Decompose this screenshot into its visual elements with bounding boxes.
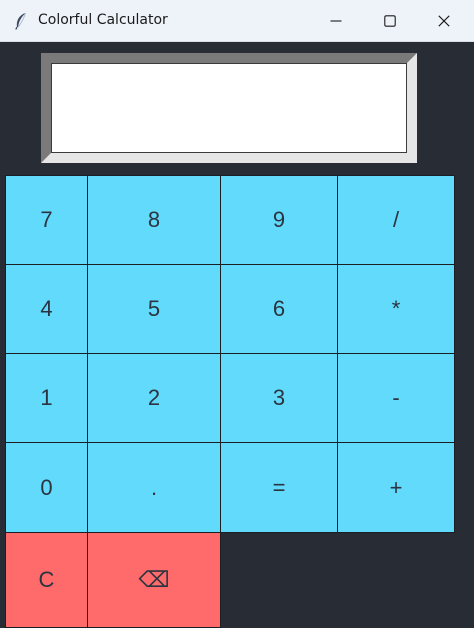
key-divide[interactable]: / (337, 175, 455, 265)
key-6[interactable]: 6 (220, 264, 338, 354)
key-decimal[interactable]: . (87, 442, 221, 533)
key-7[interactable]: 7 (5, 175, 88, 265)
key-backspace[interactable]: ⌫ (87, 532, 221, 628)
close-button[interactable] (417, 0, 471, 42)
key-2[interactable]: 2 (87, 353, 221, 443)
key-add[interactable]: + (337, 442, 455, 533)
close-icon (438, 15, 450, 27)
key-equals[interactable]: = (220, 442, 338, 533)
window-title: Colorful Calculator (38, 12, 168, 28)
key-clear[interactable]: C (5, 532, 88, 628)
title-bar: Colorful Calculator (0, 0, 474, 42)
maximize-icon (384, 15, 396, 27)
key-0[interactable]: 0 (5, 442, 88, 533)
minimize-button[interactable] (309, 0, 363, 42)
calculator-window: Colorful Calculator 7 8 9 / 4 5 6 * 1 2 … (0, 0, 474, 628)
display-frame (41, 53, 417, 163)
key-8[interactable]: 8 (87, 175, 221, 265)
maximize-button[interactable] (363, 0, 417, 42)
feather-icon (13, 12, 29, 30)
key-4[interactable]: 4 (5, 264, 88, 354)
display-input[interactable] (51, 63, 407, 153)
key-subtract[interactable]: - (337, 353, 455, 443)
key-1[interactable]: 1 (5, 353, 88, 443)
minimize-icon (330, 15, 342, 27)
key-multiply[interactable]: * (337, 264, 455, 354)
key-5[interactable]: 5 (87, 264, 221, 354)
key-3[interactable]: 3 (220, 353, 338, 443)
key-9[interactable]: 9 (220, 175, 338, 265)
